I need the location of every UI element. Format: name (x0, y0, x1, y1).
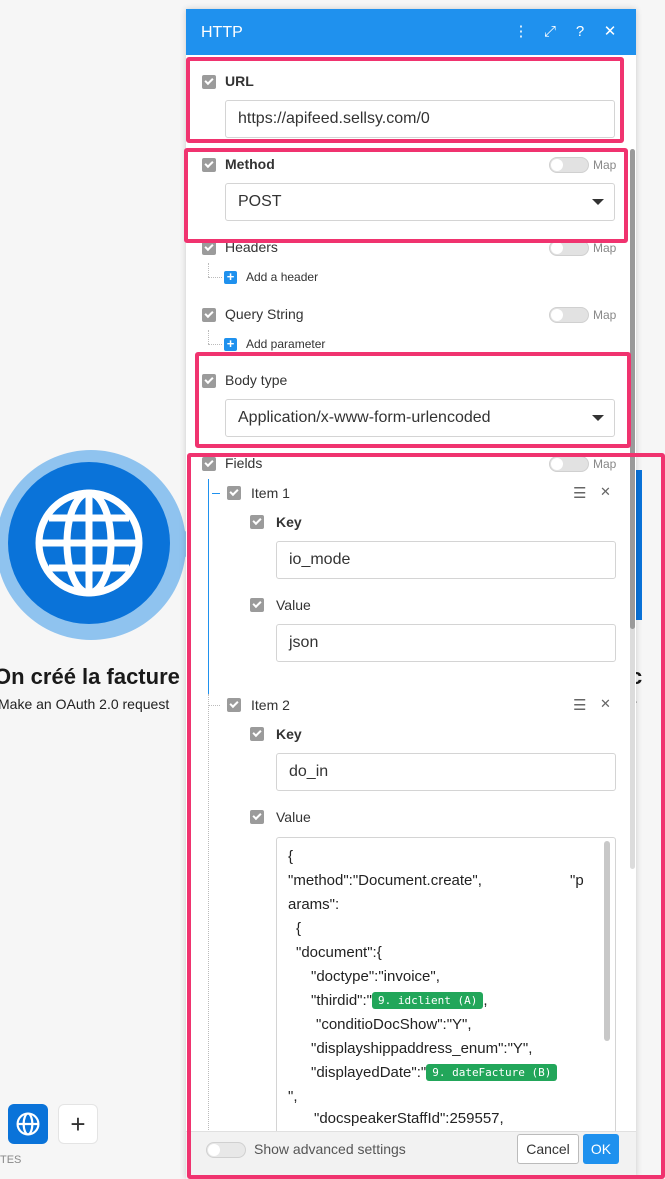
module-name: On créé la facture (0, 664, 180, 689)
add-parameter-plus-icon[interactable]: + (224, 337, 237, 351)
query-string-map-label: Map (593, 308, 617, 322)
add-module-button[interactable]: + (58, 1104, 98, 1144)
panel-header: HTTP ⋮ ⤢ ? ✕ (186, 9, 636, 55)
headers-map-label: Map (593, 241, 617, 255)
headers-collapse-checkbox[interactable] (202, 241, 216, 255)
bottom-label: TES (0, 1154, 22, 1166)
add-header-link[interactable]: Add a header (246, 270, 318, 284)
module-subtitle: Make an OAuth 2.0 request (0, 696, 170, 712)
globe-icon (35, 489, 143, 597)
tree-connector (208, 344, 222, 345)
highlight-box-body-type (195, 352, 631, 448)
http-app-button[interactable] (8, 1104, 48, 1144)
add-header-plus-icon[interactable]: + (224, 270, 237, 284)
globe-icon (16, 1112, 40, 1136)
panel-title: HTTP (201, 24, 243, 41)
help-icon[interactable]: ? (570, 22, 590, 42)
query-string-map-toggle[interactable] (549, 307, 589, 323)
highlight-box-method (184, 148, 628, 243)
tree-connector (208, 277, 222, 278)
query-string-label: Query String (225, 306, 304, 322)
tree-connector (208, 330, 209, 344)
tree-connector (208, 263, 209, 277)
expand-icon[interactable]: ⤢ (540, 22, 560, 42)
query-string-collapse-checkbox[interactable] (202, 308, 216, 322)
highlight-box-url (186, 57, 624, 143)
add-parameter-link[interactable]: Add parameter (246, 337, 325, 351)
highlight-box-fields (187, 453, 665, 1179)
close-icon[interactable]: ✕ (600, 22, 620, 42)
more-vertical-icon[interactable]: ⋮ (511, 22, 531, 42)
